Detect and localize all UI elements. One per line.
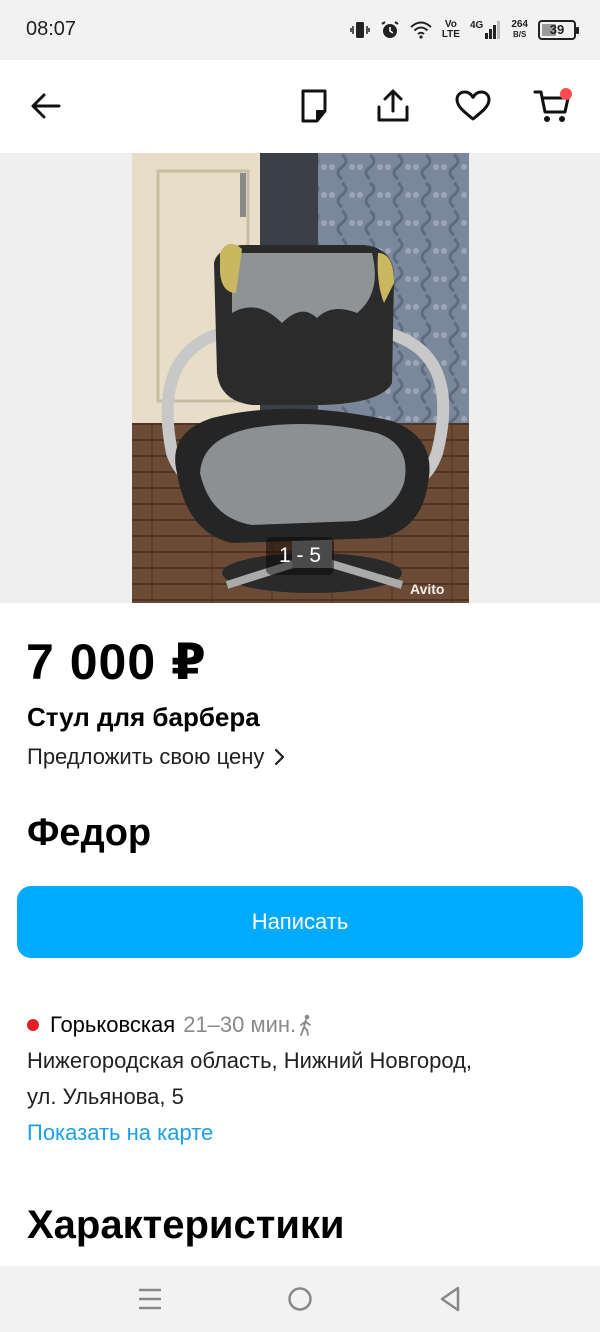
network-speed: 264 B/S <box>511 19 528 40</box>
back-triangle-icon <box>440 1286 460 1312</box>
signal-icon <box>485 21 501 39</box>
status-time: 08:07 <box>26 18 77 40</box>
photo-counter: 1 - 5 <box>266 537 334 575</box>
cellular-indicator: 4G <box>470 21 501 39</box>
menu-icon <box>139 1288 161 1310</box>
vibrate-icon <box>350 22 370 38</box>
status-icons: Vo LTE 4G 264 B/S 39 <box>350 14 579 46</box>
volte-indicator: Vo LTE <box>441 19 460 40</box>
avito-watermark: Avito <box>410 581 445 597</box>
address-line-1: Нижегородская область, Нижний Новгород, <box>27 1048 473 1073</box>
cart-badge <box>560 88 572 100</box>
listing-photo[interactable] <box>132 153 469 603</box>
address-line-2: ул. Ульянова, 5 <box>27 1084 184 1109</box>
back-button[interactable] <box>24 84 68 128</box>
seller-name[interactable]: Федор <box>27 812 151 855</box>
offer-price-link[interactable]: Предложить свою цену <box>27 744 286 770</box>
cart-button[interactable] <box>530 84 574 128</box>
app-bar <box>0 60 600 153</box>
share-button[interactable] <box>371 84 415 128</box>
metro-station: Горьковская <box>50 1012 176 1037</box>
photo-gallery[interactable]: 1 - 5 Avito <box>0 153 600 603</box>
metro-info: Горьковская 21–30 мин. <box>27 1012 314 1038</box>
heart-icon <box>455 90 491 121</box>
write-message-button[interactable]: Написать <box>17 886 583 958</box>
alarm-icon <box>381 21 399 38</box>
offer-price-label: Предложить свою цену <box>27 744 265 769</box>
wifi-icon <box>410 21 432 39</box>
show-on-map-link[interactable]: Показать на карте <box>27 1120 213 1146</box>
system-nav-bar <box>0 1266 600 1332</box>
home-button[interactable] <box>285 1284 315 1314</box>
metro-line-dot <box>27 1019 39 1031</box>
listing-price: 7 000 ₽ <box>26 634 207 690</box>
metro-walk-time: 21–30 мин. <box>183 1012 297 1037</box>
favorite-button[interactable] <box>451 84 495 128</box>
note-button[interactable] <box>292 84 336 128</box>
listing-title: Стул для барбера <box>27 702 260 732</box>
status-bar: 08:07 Vo LTE 4G 264 B/S 39 <box>0 0 600 60</box>
battery-level: 39 <box>549 22 565 37</box>
chevron-right-icon <box>275 748 285 766</box>
back-system-button[interactable] <box>435 1284 465 1314</box>
battery-icon: 39 <box>538 20 579 40</box>
characteristics-heading: Характеристики <box>27 1203 345 1247</box>
share-icon <box>377 89 409 122</box>
back-arrow-icon <box>31 93 61 119</box>
walking-icon <box>300 1014 312 1036</box>
recent-apps-button[interactable] <box>135 1284 165 1314</box>
home-circle-icon <box>288 1287 312 1311</box>
note-icon <box>301 89 327 123</box>
